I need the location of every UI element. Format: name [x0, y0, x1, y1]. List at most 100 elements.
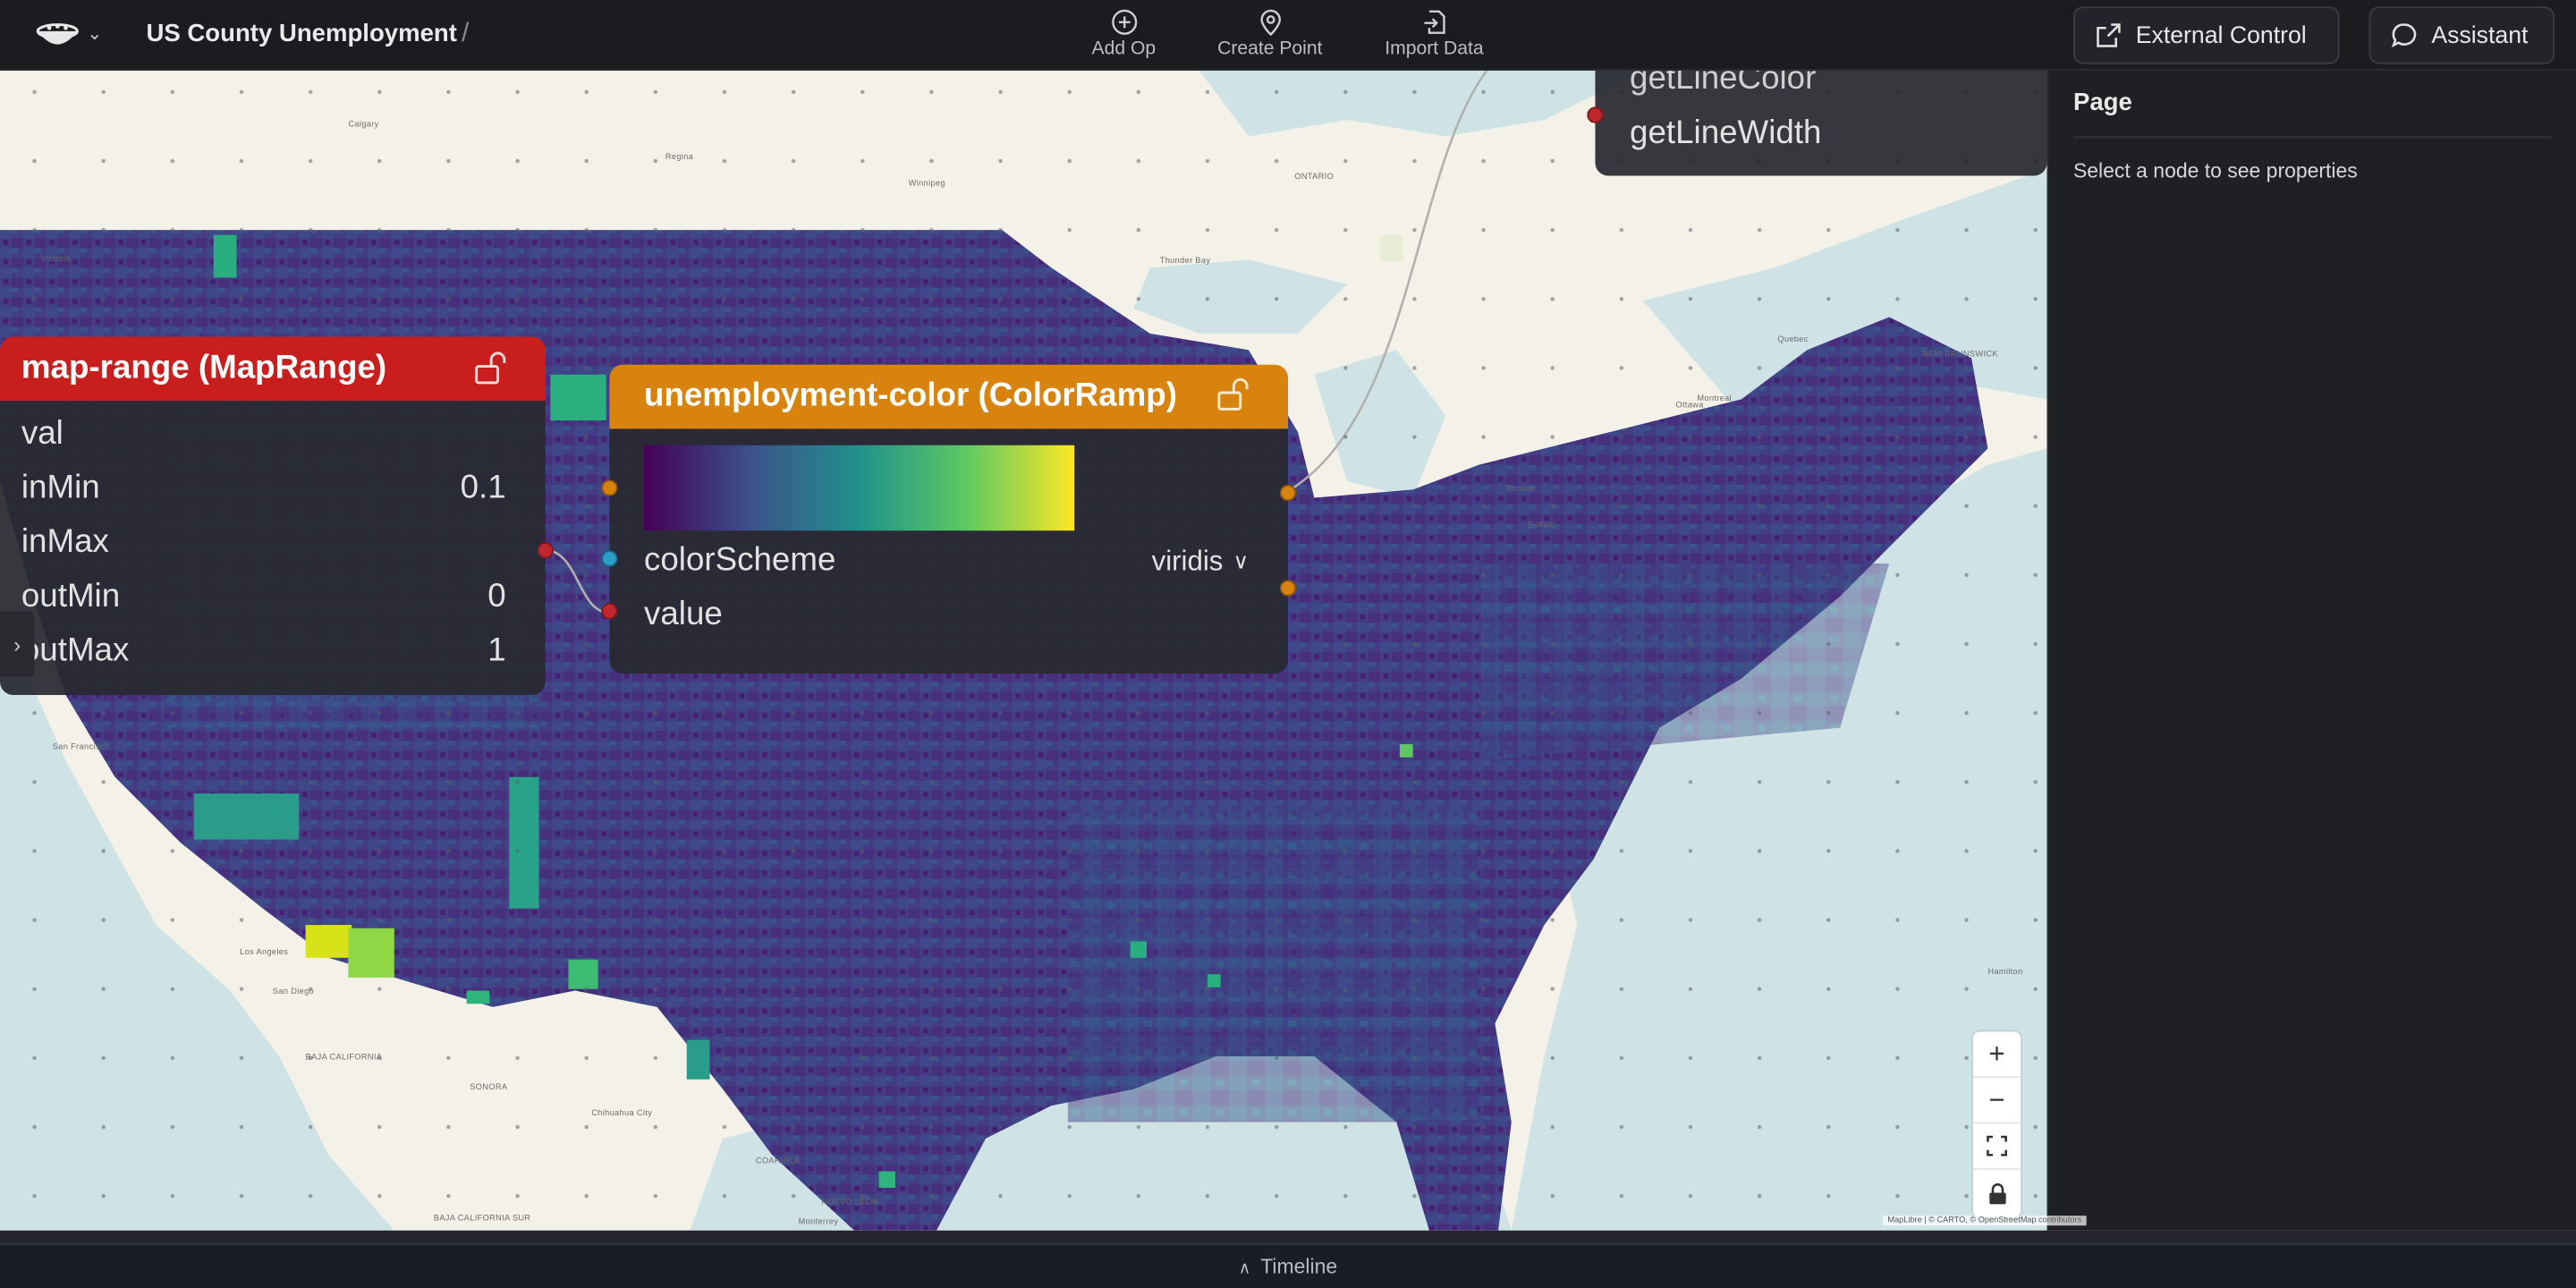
place-label: Quebec — [1777, 335, 1809, 345]
node-header[interactable]: map-range (MapRange) — [0, 336, 546, 402]
external-control-button[interactable]: External Control — [2072, 6, 2340, 64]
lock-view-button[interactable] — [1973, 1170, 2021, 1216]
color-ramp-preview — [644, 445, 1075, 531]
place-label: NUEVO LEÓN — [821, 1197, 879, 1208]
map-attribution[interactable]: MapLibre | © CARTO, © OpenStreetMap cont… — [1882, 1216, 2087, 1226]
app-viewport: ⌄ US County Unemployment / Add Op Create… — [0, 0, 2576, 1288]
row-label: inMin — [21, 470, 100, 506]
row-value[interactable]: 1 — [487, 632, 505, 670]
chevron-down-icon: ∨ — [1233, 547, 1249, 573]
place-label: Toronto — [1504, 484, 1535, 495]
output-port[interactable] — [1279, 484, 1297, 502]
import-data-button[interactable]: Import Data — [1360, 6, 1508, 59]
place-label: Victoria — [40, 254, 72, 265]
row-label: inMax — [21, 523, 109, 561]
color-ramp-node[interactable]: unemployment-color (ColorRamp) colorSche… — [601, 364, 1297, 674]
output-port[interactable] — [1279, 580, 1297, 597]
file-import-icon — [1423, 10, 1445, 34]
node-row-inmax: inMax — [0, 516, 546, 571]
row-label: getLineWidth — [1630, 114, 1822, 151]
node-row-inmin: inMin 0.1 — [0, 462, 546, 516]
row-label: outMin — [21, 578, 121, 614]
node-title: unemployment-color (ColorRamp) — [644, 377, 1177, 414]
place-label: San Francisco — [52, 742, 110, 753]
zoom-out-button[interactable]: − — [1972, 1078, 2021, 1124]
row-label: outMax — [21, 632, 130, 669]
fullscreen-icon — [1987, 1135, 2007, 1157]
place-label: COAHUILA — [755, 1157, 801, 1167]
place-label: ONTARIO — [1294, 172, 1335, 182]
node-row-value: value — [609, 589, 1288, 643]
place-label: SONORA — [470, 1082, 508, 1093]
external-link-icon — [2097, 23, 2121, 47]
properties-panel: Page Select a node to see properties — [2046, 70, 2576, 1231]
panel-divider — [2072, 136, 2552, 139]
panel-hint: Select a node to see properties — [2072, 159, 2358, 182]
top-bar: ⌄ US County Unemployment / Add Op Create… — [0, 0, 2576, 71]
expand-sidebar-button[interactable]: › — [0, 611, 35, 677]
project-title[interactable]: US County Unemployment — [146, 20, 456, 47]
unlock-icon[interactable] — [473, 350, 509, 386]
node-row-colorscheme: colorScheme viridis ∨ — [609, 534, 1288, 589]
node-row-val: val — [0, 408, 546, 462]
import-data-label: Import Data — [1385, 39, 1484, 60]
color-scheme-select[interactable]: viridis ∨ — [1152, 545, 1249, 578]
place-label: Regina — [665, 152, 694, 163]
place-label: NEW BRUNSWICK — [1921, 350, 1998, 360]
zoom-in-button[interactable]: + — [1972, 1031, 2021, 1078]
bowl-logo-icon[interactable] — [33, 15, 82, 55]
input-port[interactable] — [1587, 106, 1604, 123]
place-label: Montreal — [1697, 394, 1733, 404]
input-port[interactable] — [601, 550, 618, 567]
input-port[interactable] — [601, 603, 618, 620]
place-label: Hamilton — [1987, 967, 2023, 978]
unlock-icon[interactable] — [1216, 377, 1251, 412]
row-value[interactable]: 0 — [487, 579, 505, 616]
assistant-button[interactable]: Assistant — [2368, 6, 2555, 64]
node-row-outmin: outMin 0 — [0, 570, 546, 624]
place-label: Los Angeles — [240, 947, 289, 958]
place-label: Monterrey — [798, 1217, 839, 1228]
chevron-down-icon[interactable]: ⌄ — [87, 23, 102, 45]
timeline-bar[interactable]: ∧ Timeline — [0, 1243, 2576, 1288]
create-point-label: Create Point — [1217, 39, 1323, 60]
lock-icon — [1988, 1182, 2005, 1204]
chat-bubble-icon — [2391, 23, 2417, 48]
assistant-label: Assistant — [2431, 21, 2529, 49]
place-label: BAJA CALIFORNIA SUR — [433, 1214, 531, 1224]
row-label: colorScheme — [644, 542, 836, 579]
chevron-right-icon: › — [13, 631, 21, 657]
timeline-divider — [0, 1230, 2576, 1244]
place-label: Winnipeg — [908, 179, 945, 190]
row-label: val — [21, 415, 64, 453]
map-range-node[interactable]: map-range (MapRange) val inMin 0.1 inMax … — [0, 336, 554, 695]
plus-icon: + — [1988, 1037, 2005, 1069]
node-header[interactable]: unemployment-color (ColorRamp) — [609, 364, 1289, 429]
row-value[interactable]: 0.1 — [461, 470, 506, 507]
map-controls: + − — [1972, 1031, 2021, 1218]
place-label: BAJA CALIFORNIA — [305, 1053, 383, 1063]
add-op-label: Add Op — [1091, 39, 1157, 60]
create-point-button[interactable]: Create Point — [1196, 6, 1343, 59]
fit-view-button[interactable] — [1972, 1123, 2021, 1170]
select-value: viridis — [1151, 544, 1224, 576]
breadcrumb-separator: / — [462, 20, 470, 48]
plus-circle-icon — [1111, 9, 1137, 35]
place-label: San Diego — [272, 987, 315, 997]
chevron-up-icon: ∧ — [1238, 1259, 1251, 1278]
input-port[interactable] — [601, 479, 618, 496]
external-control-label: External Control — [2135, 21, 2307, 49]
node-title: map-range (MapRange) — [21, 350, 387, 386]
place-label: Buffalo — [1528, 521, 1556, 531]
node-row: getLineWidth — [1595, 106, 2046, 161]
node-row-outmax: outMax 1 — [0, 624, 546, 679]
panel-title: Page — [2072, 89, 2132, 117]
place-label: Thunder Bay — [1159, 256, 1211, 267]
place-label: Calgary — [348, 120, 379, 131]
timeline-label: Timeline — [1260, 1255, 1338, 1278]
minus-icon: − — [1988, 1083, 2005, 1115]
timeline-toggle[interactable]: ∧ Timeline — [0, 1255, 2576, 1278]
output-port[interactable] — [537, 542, 554, 559]
row-label: value — [644, 596, 723, 633]
add-op-button[interactable]: Add Op — [1050, 6, 1198, 59]
